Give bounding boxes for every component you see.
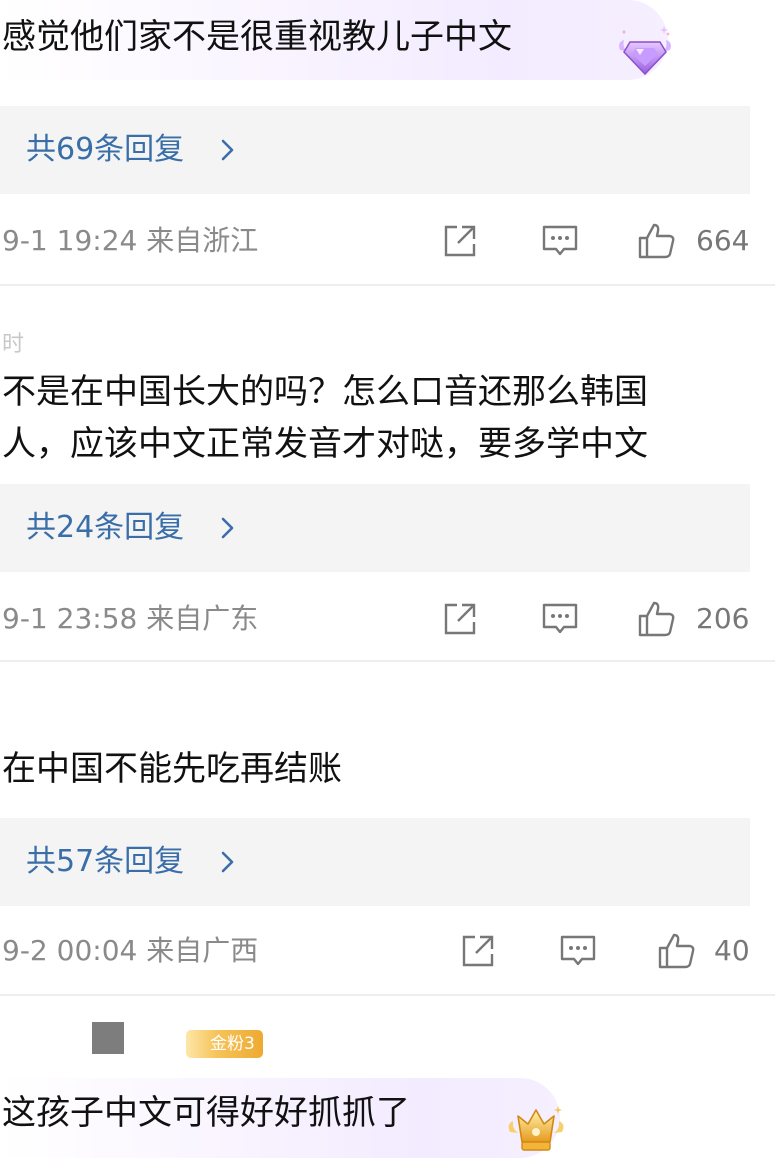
comment-icon[interactable] xyxy=(540,221,580,261)
comment-timestamp-location: 9-1 23:58 来自广东 xyxy=(2,602,259,635)
comment-divider xyxy=(0,660,775,662)
chevron-right-icon xyxy=(221,851,234,873)
comment-text: 感觉他们家不是很重视教儿子中文 xyxy=(2,17,512,57)
comment-timestamp-location: 9-2 00:04 来自广西 xyxy=(2,934,259,967)
share-icon[interactable] xyxy=(440,599,480,639)
comment-text-line: 不是在中国长大的吗？怎么口音还那么韩国 xyxy=(2,372,648,412)
comment-divider xyxy=(0,994,775,996)
fan-level-badge: 金粉3 xyxy=(186,1030,263,1058)
username[interactable]: 时 xyxy=(2,326,24,357)
like-icon[interactable] xyxy=(656,931,696,971)
view-replies-button[interactable]: 共24条回复 xyxy=(0,484,750,572)
replies-count-label: 共69条回复 xyxy=(26,132,185,167)
comment-divider xyxy=(0,284,775,286)
share-icon[interactable] xyxy=(440,221,480,261)
chevron-right-icon xyxy=(221,517,234,539)
like-count: 664 xyxy=(696,224,750,257)
comment-text[interactable]: 这孩子中文可得好好抓抓了 xyxy=(2,1090,410,1136)
comment-feed: 感觉他们家不是很重视教儿子中文 共69条回复 9-1 19:24 来自浙江 66… xyxy=(0,0,775,1160)
comment-icon[interactable] xyxy=(540,599,580,639)
replies-count-label: 共24条回复 xyxy=(26,510,185,545)
comment-timestamp-location: 9-1 19:24 来自浙江 xyxy=(2,224,259,257)
share-icon[interactable] xyxy=(458,931,498,971)
comment-meta-row: 9-1 23:58 来自广东 206 xyxy=(0,594,775,644)
like-icon[interactable] xyxy=(636,599,676,639)
comment-text-line: 人，应该中文正常发音才对哒，要多学中文 xyxy=(2,424,648,464)
like-count: 206 xyxy=(696,602,750,635)
comment-text[interactable]: 不是在中国长大的吗？怎么口音还那么韩国 人，应该中文正常发音才对哒，要多学中文 xyxy=(2,366,648,470)
comment-icon[interactable] xyxy=(558,931,598,971)
comment-text[interactable]: 在中国不能先吃再结账 xyxy=(2,746,342,792)
comment-meta-row: 9-2 00:04 来自广西 40 xyxy=(0,926,775,976)
view-replies-button[interactable]: 共57条回复 xyxy=(0,818,750,906)
chevron-right-icon xyxy=(221,139,234,161)
replies-count-label: 共57条回复 xyxy=(26,844,185,879)
comment-text-area[interactable]: 感觉他们家不是很重视教儿子中文 xyxy=(0,0,775,82)
avatar[interactable] xyxy=(92,1022,124,1054)
gold-crown-icon xyxy=(508,1106,564,1151)
fan-level-label: 金粉3 xyxy=(210,1034,255,1054)
view-replies-button[interactable]: 共69条回复 xyxy=(0,106,750,194)
like-icon[interactable] xyxy=(636,221,676,261)
purple-gem-icon xyxy=(619,26,671,76)
like-count: 40 xyxy=(714,934,750,967)
comment-meta-row: 9-1 19:24 来自浙江 664 xyxy=(0,216,775,266)
